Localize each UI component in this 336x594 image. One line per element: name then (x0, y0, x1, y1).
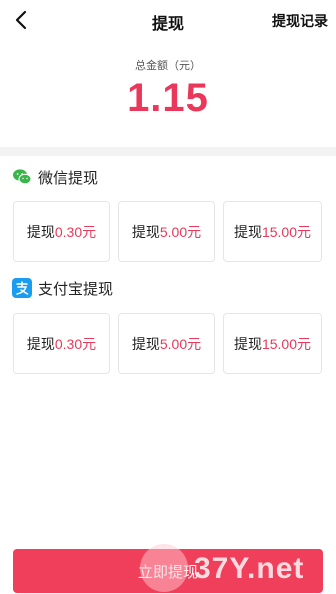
wechat-icon (13, 169, 32, 185)
option-amount: 5.00元 (159, 335, 202, 352)
total-amount-label: 总金额（元） (135, 60, 201, 72)
option-prefix: 提现 (26, 223, 55, 240)
wechat-section-title: 微信提现 (38, 169, 99, 187)
watermark-logo-icon (140, 544, 188, 592)
wechat-option-5-00[interactable]: 提现 5.00元 (118, 201, 215, 262)
option-amount: 0.30元 (54, 223, 97, 240)
balance-summary: 总金额（元） 1.15 (0, 40, 336, 147)
wechat-option-0-30[interactable]: 提现 0.30元 (13, 201, 110, 262)
wechat-section-header: 微信提现 (12, 166, 98, 188)
alipay-option-5-00[interactable]: 提现 5.00元 (118, 313, 215, 374)
alipay-options: 提现 0.30元 提现 5.00元 提现 15.00元 (13, 313, 322, 374)
option-prefix: 提现 (26, 335, 55, 352)
option-amount: 15.00元 (261, 335, 312, 352)
wechat-option-15-00[interactable]: 提现 15.00元 (223, 201, 322, 262)
option-amount: 5.00元 (159, 223, 202, 240)
option-prefix: 提现 (131, 223, 160, 240)
option-amount: 0.30元 (54, 335, 97, 352)
watermark-text: 37Y.net (194, 552, 305, 585)
alipay-option-0-30[interactable]: 提现 0.30元 (13, 313, 110, 374)
option-prefix: 提现 (233, 223, 262, 240)
alipay-section-header: 支付宝提现 (12, 277, 113, 299)
option-amount: 15.00元 (261, 223, 312, 240)
total-amount-value: 1.15 (127, 76, 209, 120)
alipay-option-15-00[interactable]: 提现 15.00元 (223, 313, 322, 374)
option-prefix: 提现 (233, 335, 262, 352)
option-prefix: 提现 (131, 335, 160, 352)
top-nav-bar: 提现 提现记录 (0, 0, 336, 40)
section-divider (0, 147, 336, 156)
alipay-icon (12, 278, 32, 298)
watermark: 37Y.net (140, 544, 303, 594)
withdraw-records-link[interactable]: 提现记录 (272, 11, 328, 31)
wechat-options: 提现 0.30元 提现 5.00元 提现 15.00元 (13, 201, 322, 262)
alipay-section-title: 支付宝提现 (38, 280, 114, 298)
